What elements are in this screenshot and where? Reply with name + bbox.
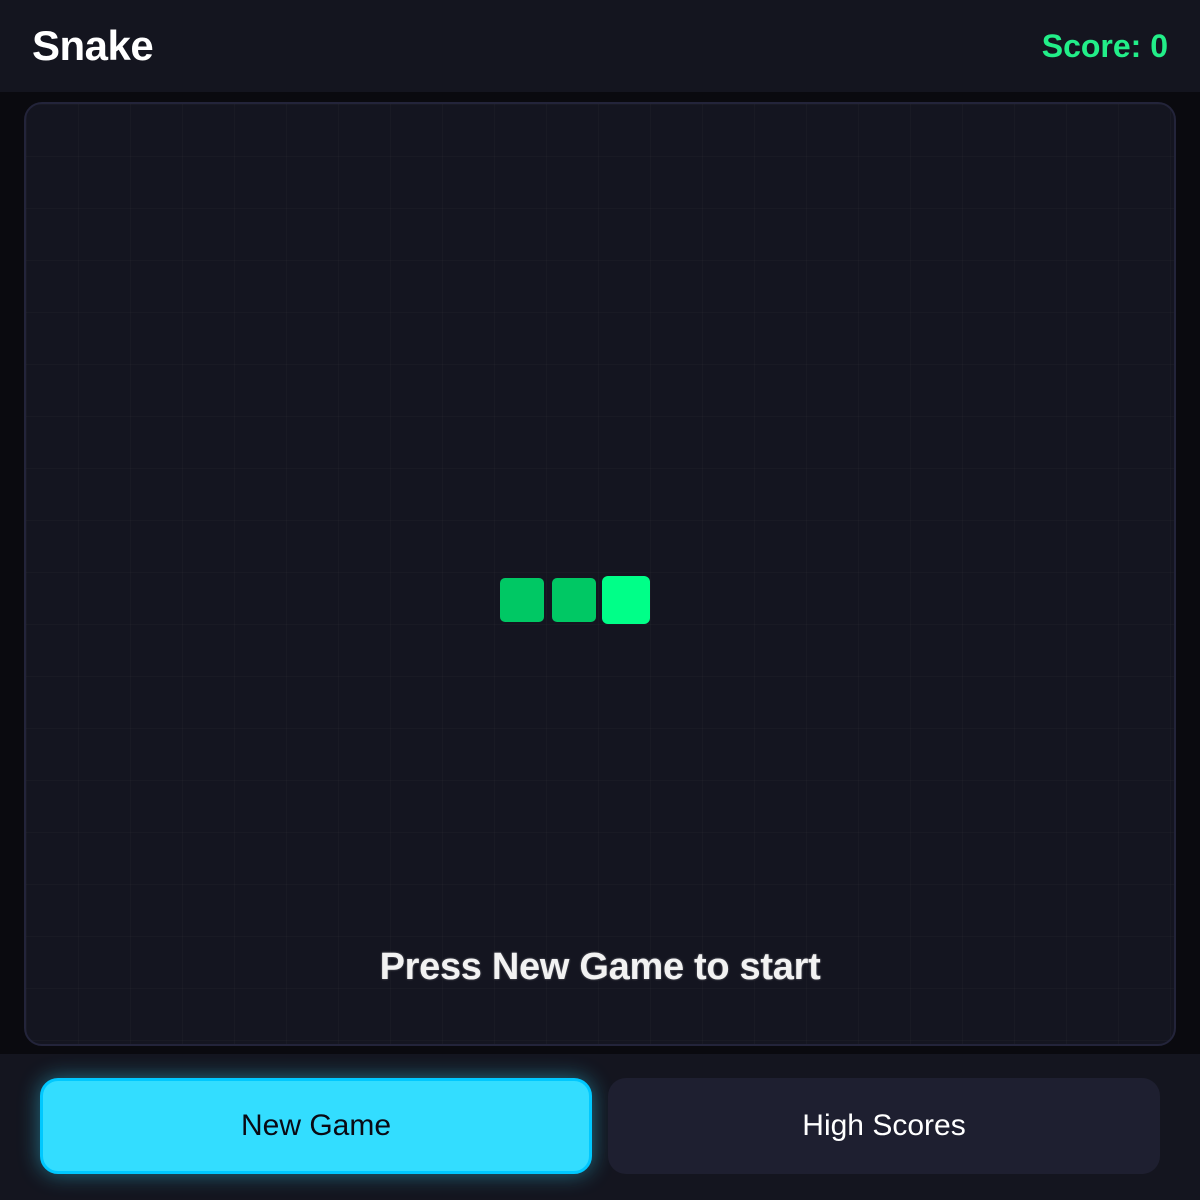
header-bar: Snake Score: 0	[0, 0, 1200, 92]
snake-app: Snake Score: 0 Press New Game to start N…	[0, 0, 1200, 1200]
footer-controls: New Game High Scores	[0, 1054, 1200, 1200]
score-display: Score: 0	[1041, 27, 1168, 64]
snake-body-segment	[500, 578, 544, 622]
new-game-button[interactable]: New Game	[40, 1078, 592, 1174]
high-scores-button[interactable]: High Scores	[608, 1078, 1160, 1174]
game-title: Snake	[32, 22, 154, 69]
snake-body-segment	[552, 578, 596, 622]
snake-head	[602, 576, 650, 624]
board-grid	[26, 104, 1174, 1044]
start-message: Press New Game to start	[379, 946, 821, 988]
game-board[interactable]: Press New Game to start	[24, 102, 1176, 1046]
